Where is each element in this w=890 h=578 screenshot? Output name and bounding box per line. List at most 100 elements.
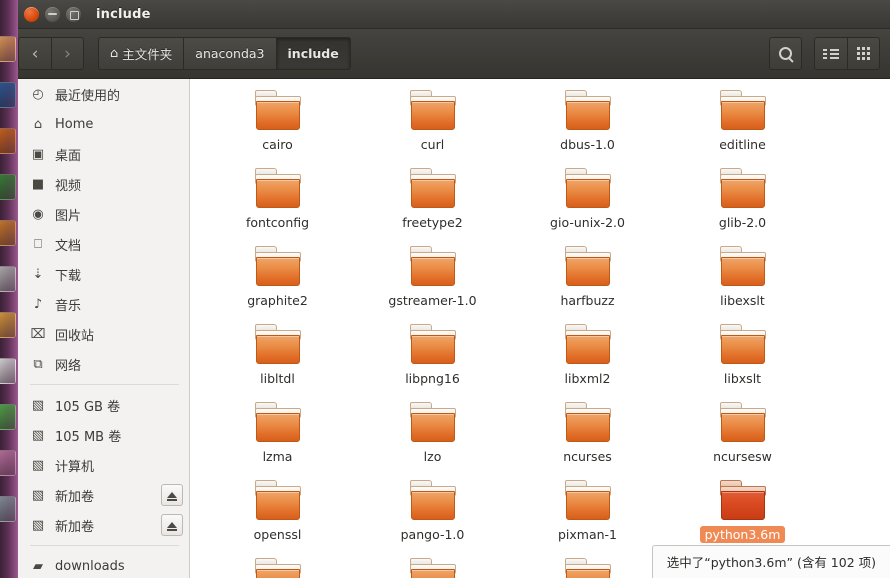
folder-icon bbox=[719, 246, 767, 287]
folder-icon bbox=[564, 480, 612, 521]
file-item[interactable] bbox=[510, 555, 665, 578]
file-item[interactable]: cairo bbox=[200, 87, 355, 165]
folder-icon bbox=[409, 168, 457, 209]
folder-icon bbox=[719, 168, 767, 209]
file-item[interactable]: editline bbox=[665, 87, 820, 165]
file-item-selected[interactable]: python3.6m bbox=[665, 477, 820, 555]
folder-icon bbox=[564, 324, 612, 365]
breadcrumb-item-0[interactable]: ⌂ 主文件夹 bbox=[98, 37, 184, 70]
monitor-icon[interactable] bbox=[0, 358, 16, 384]
clock-icon: ◴ bbox=[32, 86, 44, 102]
grid-view-icon bbox=[857, 47, 870, 60]
back-button[interactable]: ‹ bbox=[18, 37, 51, 70]
gallery-icon[interactable] bbox=[0, 266, 16, 292]
close-icon[interactable] bbox=[24, 6, 39, 22]
chrome-icon[interactable] bbox=[0, 404, 16, 430]
file-item[interactable]: lzma bbox=[200, 399, 355, 477]
file-item[interactable]: libxml2 bbox=[510, 321, 665, 399]
settings-icon[interactable] bbox=[0, 496, 16, 522]
file-item[interactable]: glib-2.0 bbox=[665, 165, 820, 243]
forward-button[interactable]: › bbox=[51, 37, 84, 70]
file-manager-window: include ‹ › ⌂ 主文件夹 anaconda3 include ◴ 最… bbox=[0, 0, 890, 578]
file-item[interactable]: libltdl bbox=[200, 321, 355, 399]
file-item[interactable]: pixman-1 bbox=[510, 477, 665, 555]
breadcrumb-item-1[interactable]: anaconda3 bbox=[183, 37, 276, 70]
files-icon[interactable] bbox=[0, 82, 16, 108]
file-item[interactable]: ncursesw bbox=[665, 399, 820, 477]
file-item[interactable]: pango-1.0 bbox=[355, 477, 510, 555]
sidebar-item-新加卷[interactable]: ▧ 新加卷 bbox=[18, 510, 189, 540]
sidebar-item-downloads[interactable]: ▰ downloads bbox=[18, 551, 189, 578]
file-item[interactable]: ncurses bbox=[510, 399, 665, 477]
file-item[interactable]: gstreamer-1.0 bbox=[355, 243, 510, 321]
file-item[interactable]: dbus-1.0 bbox=[510, 87, 665, 165]
sidebar-item-计算机[interactable]: ▧ 计算机 bbox=[18, 450, 189, 480]
document-icon: ⎕ bbox=[34, 236, 42, 252]
search-button[interactable] bbox=[769, 37, 802, 70]
sidebar-item-文档[interactable]: ⎕ 文档 bbox=[18, 229, 189, 259]
sidebar-item-105 MB 卷[interactable]: ▧ 105 MB 卷 bbox=[18, 420, 189, 450]
file-item[interactable] bbox=[200, 555, 355, 578]
sidebar-item-最近使用的[interactable]: ◴ 最近使用的 bbox=[18, 79, 189, 109]
sidebar-item-Home[interactable]: ⌂ Home bbox=[18, 109, 189, 139]
drive-icon: ▧ bbox=[31, 517, 45, 533]
folder-icon bbox=[719, 402, 767, 443]
firefox-icon[interactable] bbox=[0, 128, 16, 154]
sidebar-item-新加卷[interactable]: ▧ 新加卷 bbox=[18, 480, 189, 510]
sidebar-item-回收站[interactable]: ⌧ 回收站 bbox=[18, 319, 189, 349]
icon-grid: cairo curl dbus-1.0 editline fontconfig freet… bbox=[200, 79, 890, 578]
folder-icon bbox=[564, 558, 612, 578]
sidebar-item-label: 回收站 bbox=[55, 328, 95, 344]
sidebar-item-下载[interactable]: ⇣ 下载 bbox=[18, 259, 189, 289]
sidebar-item-网络[interactable]: ⧉ 网络 bbox=[18, 349, 189, 379]
ubuntu-dash-icon[interactable] bbox=[0, 36, 16, 62]
list-view-button[interactable] bbox=[814, 37, 847, 70]
sidebar-item-label: 视频 bbox=[55, 178, 82, 194]
file-item[interactable] bbox=[355, 555, 510, 578]
window-title: include bbox=[96, 6, 151, 22]
file-item[interactable]: libexslt bbox=[665, 243, 820, 321]
minimize-icon[interactable] bbox=[45, 6, 60, 22]
sidebar[interactable]: ◴ 最近使用的 ⌂ Home ▣ 桌面 ■ 视频 ◉ 图片 ⎕ 文档 ⇣ 下载 ♪ 音乐 ⌧ 回收站 ⧉ 网络 ▧ 105… bbox=[18, 79, 190, 578]
folder-icon bbox=[719, 324, 767, 365]
file-item[interactable]: libpng16 bbox=[355, 321, 510, 399]
file-list-area[interactable]: cairo curl dbus-1.0 editline fontconfig freet… bbox=[190, 79, 890, 578]
sidebar-item-图片[interactable]: ◉ 图片 bbox=[18, 199, 189, 229]
eject-button[interactable] bbox=[161, 514, 183, 536]
file-item[interactable]: openssl bbox=[200, 477, 355, 555]
maximize-icon[interactable] bbox=[66, 6, 81, 22]
file-item[interactable]: curl bbox=[355, 87, 510, 165]
file-item[interactable]: freetype2 bbox=[355, 165, 510, 243]
file-item-label: pango-1.0 bbox=[400, 527, 465, 542]
file-item[interactable]: fontconfig bbox=[200, 165, 355, 243]
terminal-icon[interactable] bbox=[0, 174, 16, 200]
writer-icon[interactable] bbox=[0, 220, 16, 246]
file-item[interactable]: libxslt bbox=[665, 321, 820, 399]
sidebar-item-105 GB 卷[interactable]: ▧ 105 GB 卷 bbox=[18, 390, 189, 420]
sidebar-item-音乐[interactable]: ♪ 音乐 bbox=[18, 289, 189, 319]
sidebar-item-label: 计算机 bbox=[55, 459, 95, 475]
file-item[interactable]: harfbuzz bbox=[510, 243, 665, 321]
file-item-label: libxslt bbox=[723, 371, 762, 386]
file-item[interactable]: gio-unix-2.0 bbox=[510, 165, 665, 243]
photo-icon[interactable] bbox=[0, 450, 16, 476]
file-item-label: harfbuzz bbox=[560, 293, 615, 308]
sidebar-item-视频[interactable]: ■ 视频 bbox=[18, 169, 189, 199]
file-item-label: openssl bbox=[253, 527, 302, 542]
folder-icon bbox=[564, 246, 612, 287]
folder-icon bbox=[564, 90, 612, 131]
grid-view-button[interactable] bbox=[847, 37, 880, 70]
toolbar-actions bbox=[769, 37, 880, 70]
breadcrumb-item-2[interactable]: include bbox=[275, 37, 351, 70]
breadcrumb-label: include bbox=[287, 46, 339, 61]
sidebar-item-桌面[interactable]: ▣ 桌面 bbox=[18, 139, 189, 169]
file-item-label: gio-unix-2.0 bbox=[550, 215, 625, 230]
amazon-icon[interactable] bbox=[0, 312, 16, 338]
navigation-buttons: ‹ › bbox=[18, 37, 84, 70]
file-item[interactable]: graphite2 bbox=[200, 243, 355, 321]
eject-button[interactable] bbox=[161, 484, 183, 506]
file-item-label: graphite2 bbox=[247, 293, 308, 308]
file-item[interactable]: lzo bbox=[355, 399, 510, 477]
unity-launcher[interactable] bbox=[0, 0, 18, 578]
status-bar: 选中了“python3.6m” (含有 102 项) bbox=[651, 545, 890, 578]
